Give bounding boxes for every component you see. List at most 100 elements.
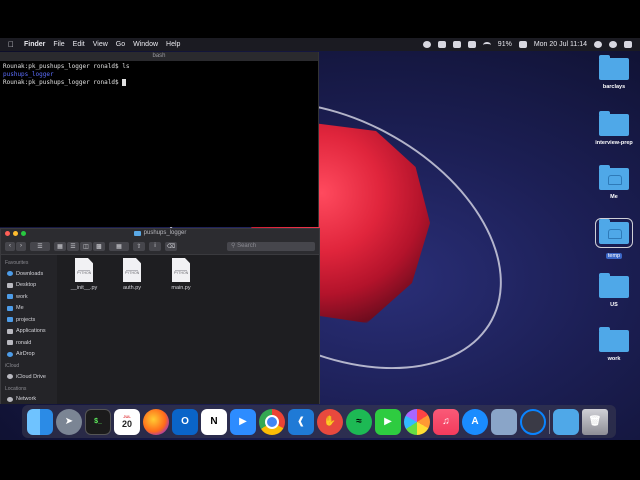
finder-window[interactable]: pushups_logger ‹ › ☰ ▦ ☰ ◫ ▩ ▦ ⇧ i ⌫ ⚲ S…	[0, 228, 320, 404]
notification-center-icon[interactable]	[624, 41, 632, 48]
airdrop-icon	[7, 351, 13, 357]
user-icon[interactable]	[609, 41, 617, 48]
desktop-folder-barclays[interactable]: barclays	[590, 55, 638, 90]
group-menu-button[interactable]: ☰	[30, 241, 50, 251]
zoom-button[interactable]	[21, 231, 26, 236]
menu-go[interactable]: Go	[116, 41, 125, 48]
menu-app-name[interactable]: Finder	[24, 41, 45, 48]
stop-record-icon[interactable]	[422, 41, 431, 48]
menu-help[interactable]: Help	[166, 41, 180, 48]
notion-icon[interactable]: N	[201, 408, 227, 435]
sidebar-item-label: Applications	[16, 328, 46, 335]
arrange-button[interactable]: ▦	[109, 241, 129, 251]
menu-edit[interactable]: Edit	[73, 41, 85, 48]
desktop-folder-me[interactable]: Me	[590, 165, 638, 200]
desktop-folder-interview-prep[interactable]: interview-prep	[590, 111, 638, 146]
spotify-icon[interactable]: ≈	[346, 408, 372, 435]
firefox-icon[interactable]	[143, 408, 169, 435]
app-store-icon[interactable]: A	[462, 408, 488, 435]
search-placeholder: Search	[237, 242, 257, 249]
info-button[interactable]: i	[149, 241, 161, 251]
file-item[interactable]: PYTHON auth.py	[115, 258, 149, 291]
sidebar-item-label: ronald	[16, 339, 32, 346]
zoom-icon[interactable]: ▶	[230, 408, 256, 435]
sidebar-item-downloads[interactable]: Downloads	[1, 268, 57, 280]
photos-icon[interactable]	[404, 408, 430, 435]
sidebar-item-ronald[interactable]: ronald	[1, 337, 57, 349]
terminal-output-dir: pushups_logger	[3, 71, 54, 78]
terminal-body[interactable]: Rounak:pk_pushups_logger ronald$ ls push…	[0, 61, 318, 89]
launchpad-icon[interactable]: ➤	[56, 408, 82, 435]
display-icon[interactable]	[452, 41, 461, 48]
sidebar-item-airdrop[interactable]: AirDrop	[1, 349, 57, 361]
terminal-icon[interactable]: $_	[85, 408, 111, 435]
vscode-icon[interactable]: ❰	[288, 408, 314, 435]
back-button[interactable]: ‹	[5, 241, 15, 251]
outlook-icon[interactable]: O	[172, 408, 198, 435]
music-icon[interactable]: ♫	[433, 408, 459, 435]
gallery-view-button[interactable]: ▩	[93, 241, 105, 251]
cast-icon[interactable]	[467, 41, 476, 48]
network-icon	[7, 396, 13, 402]
file-name: __init__.py	[70, 285, 98, 291]
dock-separator	[549, 409, 550, 434]
sidebar-item-me[interactable]: Me	[1, 303, 57, 315]
column-view-button[interactable]: ◫	[80, 241, 92, 251]
bitwarden-icon[interactable]	[437, 41, 446, 48]
dock: ➤ $_ JUL 20 O N ▶ ❰ ✋ ≈ ▶ ♫ A 🗑	[22, 405, 616, 438]
sidebar-item-work[interactable]: work	[1, 291, 57, 303]
python-file-icon: PYTHON	[123, 258, 141, 282]
apple-menu-icon[interactable]: 	[8, 40, 18, 49]
battery-icon[interactable]	[518, 41, 527, 48]
battery-percent[interactable]: 91%	[498, 41, 512, 48]
trash-icon[interactable]: 🗑	[582, 408, 608, 435]
sidebar-item-label: work	[16, 293, 28, 300]
file-item[interactable]: PYTHON __init__.py	[67, 258, 101, 291]
sidebar-item-icloud-drive[interactable]: iCloud Drive	[1, 371, 57, 383]
file-area[interactable]: PYTHON __init__.py PYTHON auth.py PYTHON…	[57, 255, 319, 404]
menu-window[interactable]: Window	[133, 41, 158, 48]
list-view-button[interactable]: ☰	[67, 241, 79, 251]
sidebar-item-network[interactable]: Network	[1, 394, 57, 405]
desktop-folder-work[interactable]: work	[590, 327, 638, 362]
minimize-button[interactable]	[13, 231, 18, 236]
downloads-folder-icon[interactable]	[553, 408, 579, 435]
sidebar-header-locations: Locations	[5, 385, 27, 392]
menu-bar:  Finder File Edit View Go Window Help 9…	[0, 38, 640, 51]
facetime-icon[interactable]: ▶	[375, 408, 401, 435]
window-controls	[5, 231, 26, 236]
sidebar-item-projects[interactable]: projects	[1, 314, 57, 326]
menu-view[interactable]: View	[93, 41, 108, 48]
sidebar-item-desktop[interactable]: Desktop	[1, 280, 57, 292]
quicktime-icon[interactable]	[520, 408, 546, 435]
siri-icon[interactable]	[594, 41, 602, 48]
close-button[interactable]	[5, 231, 10, 236]
finder-icon[interactable]	[27, 408, 53, 435]
preview-icon[interactable]	[491, 408, 517, 435]
menu-file[interactable]: File	[53, 41, 64, 48]
menubar-clock[interactable]: Mon 20 Jul 11:14	[534, 41, 587, 48]
desktop-folder-temp[interactable]: temp	[590, 218, 638, 262]
share-button[interactable]: ⇧	[133, 241, 145, 251]
cloud-icon	[7, 374, 13, 380]
desktop-folder-label: Me	[610, 194, 618, 200]
wifi-icon[interactable]	[482, 41, 491, 48]
folder-icon	[7, 294, 13, 300]
finder-toolbar: ‹ › ☰ ▦ ☰ ◫ ▩ ▦ ⇧ i ⌫ ⚲ Search	[1, 238, 319, 255]
sidebar-item-applications[interactable]: Applications	[1, 326, 57, 338]
forward-button[interactable]: ›	[16, 241, 26, 251]
search-input[interactable]: ⚲ Search	[227, 241, 315, 251]
finder-titlebar[interactable]: pushups_logger	[1, 229, 319, 238]
pushbullet-icon[interactable]: ✋	[317, 408, 343, 435]
terminal-window[interactable]: bash Rounak:pk_pushups_logger ronald$ ls…	[0, 52, 319, 227]
sidebar-item-label: Downloads	[16, 270, 44, 277]
desktop-folder-us[interactable]: US	[590, 273, 638, 308]
chrome-icon[interactable]	[259, 408, 285, 435]
delete-button[interactable]: ⌫	[165, 241, 177, 251]
sidebar-item-label: AirDrop	[16, 351, 35, 358]
person-glyph-icon	[608, 229, 622, 239]
file-item[interactable]: PYTHON main.py	[164, 258, 198, 291]
calendar-icon[interactable]: JUL 20	[114, 408, 140, 435]
letterbox-bottom	[0, 440, 640, 480]
icon-view-button[interactable]: ▦	[54, 241, 66, 251]
